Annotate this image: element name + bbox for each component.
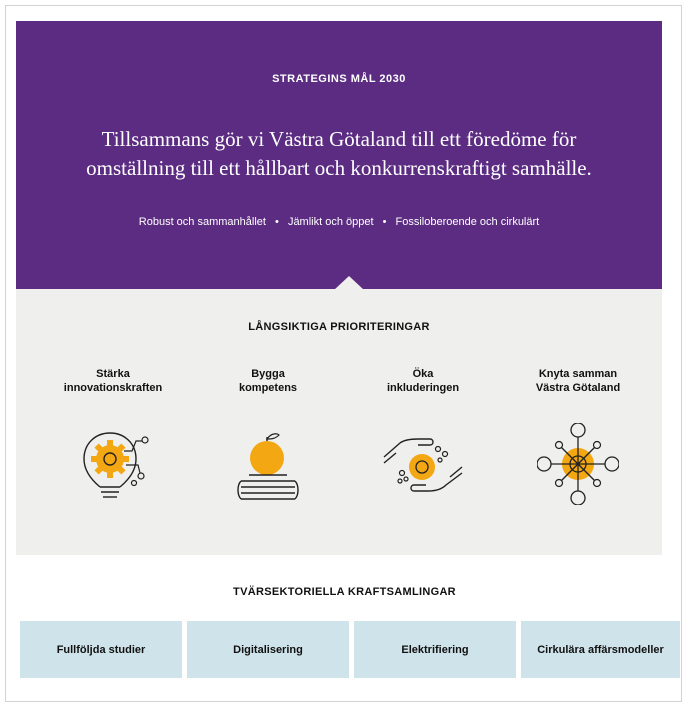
- kraftsamling-cirkulara-affarsmodeller: Cirkulära affärsmodeller: [521, 621, 680, 678]
- priority-label-line2: Västra Götaland: [535, 382, 621, 394]
- goal-banner: STRATEGINS MÅL 2030 Tillsammans gör vi V…: [16, 21, 662, 289]
- priority-label-line2: innovationskraften: [63, 382, 163, 394]
- kraftsamling-fullfoljda-studier: Fullföljda studier: [20, 621, 182, 678]
- value-robust: Robust och sammanhållet: [138, 216, 266, 228]
- priorities-title: LÅNGSIKTIGA PRIORITERINGAR: [248, 321, 430, 333]
- kraftsamling-digitalisering: Digitalisering: [187, 621, 349, 678]
- hands-circle-icon: [383, 438, 463, 492]
- goal-headline-line-1: Tillsammans gör vi Västra Götaland till …: [101, 127, 577, 151]
- goal-headline-line-2: omställning till ett hållbart och konkur…: [86, 156, 592, 180]
- priority-label-line1: Bygga: [251, 368, 285, 380]
- value-fossiloberoende: Fossiloberoende och cirkulärt: [395, 216, 540, 228]
- goal-kicker: STRATEGINS MÅL 2030: [272, 73, 406, 85]
- kraftsamling-elektrifiering: Elektrifiering: [354, 621, 516, 678]
- value-separator: •: [382, 216, 387, 228]
- lightbulb-gear-icon: [83, 432, 149, 498]
- kraftsamlingar-row: Fullföljda studier Digitalisering Elektr…: [16, 621, 680, 678]
- apple-books-icon: [237, 433, 299, 500]
- priorities-section: LÅNGSIKTIGA PRIORITERINGAR Stärka innova…: [16, 289, 662, 555]
- priority-innovation: Stärka innovationskraften: [38, 367, 188, 505]
- priority-label-line2: kompetens: [238, 382, 298, 394]
- network-hub-icon: [537, 423, 619, 505]
- priority-label-line1: Knyta samman: [538, 368, 618, 380]
- priority-inkludering: Öka inkluderingen: [348, 367, 498, 505]
- goal-headline: Tillsammans gör vi Västra Götaland till …: [56, 125, 622, 183]
- priority-knyta-samman: Knyta samman Västra Götaland: [503, 367, 653, 505]
- priority-label-line2: inkluderingen: [386, 382, 460, 394]
- goal-values: Robust och sammanhållet • Jämlikt och öp…: [16, 216, 662, 228]
- kraftsamlingar-title: TVÄRSEKTORIELLA KRAFTSAMLINGAR: [233, 586, 456, 598]
- banner-pointer: [334, 276, 364, 290]
- value-jamlikt: Jämlikt och öppet: [287, 216, 374, 228]
- priority-label-line1: Stärka: [96, 368, 130, 380]
- priority-kompetens: Bygga kompetens: [193, 367, 343, 505]
- priority-label-line1: Öka: [412, 368, 434, 380]
- value-separator: •: [275, 216, 279, 228]
